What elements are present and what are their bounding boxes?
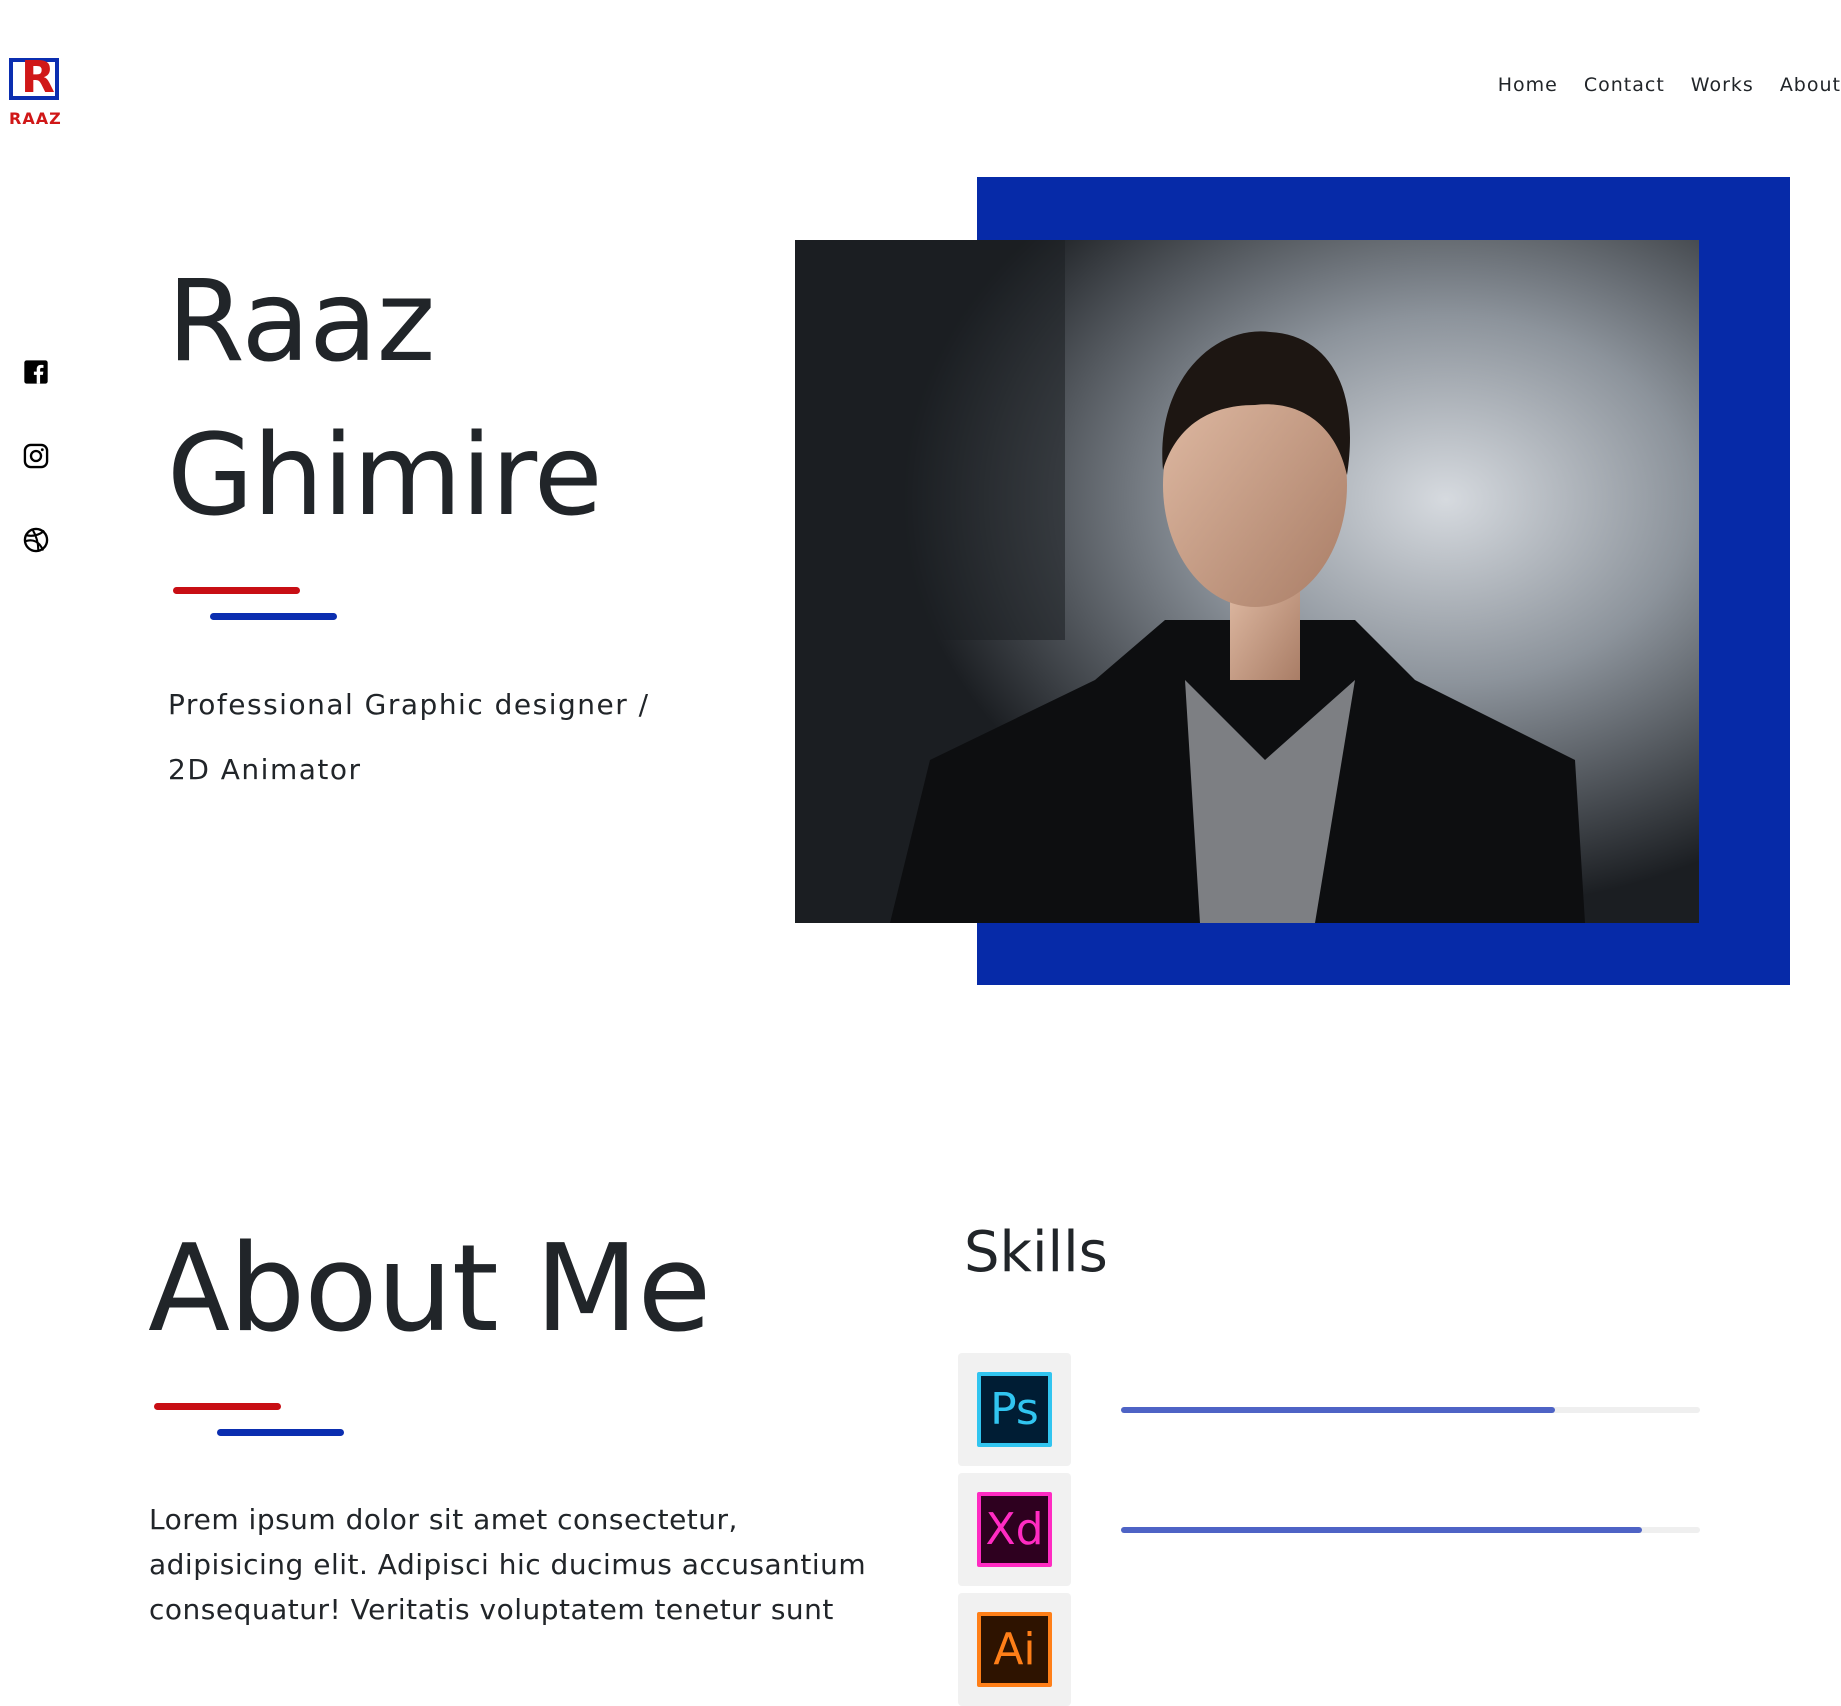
hero-accent-bar-red <box>173 587 300 594</box>
skill-tile: Ps <box>958 1353 1071 1466</box>
hero-accent-bar-blue <box>210 613 337 620</box>
hero-tagline-line2: 2D Animator <box>168 753 362 786</box>
facebook-icon[interactable] <box>22 358 50 386</box>
skill-progress-fill <box>1121 1407 1556 1413</box>
skill-tile: Ai <box>958 1593 1071 1706</box>
nav-works[interactable]: Works <box>1691 72 1754 98</box>
about-text: Lorem ipsum dolor sit amet consectetur, … <box>149 1503 867 1626</box>
profile-photo <box>795 240 1699 923</box>
illustrator-icon: Ai <box>977 1612 1052 1687</box>
skill-progress-fill <box>1121 1527 1643 1533</box>
logo-box: R <box>9 52 59 103</box>
hero-first-name: Raaz <box>167 257 435 387</box>
portrait-illustration <box>795 240 1699 923</box>
instagram-icon[interactable] <box>22 442 50 470</box>
dribbble-icon[interactable] <box>22 526 50 554</box>
skill-xd: Xd <box>958 1473 1700 1586</box>
skill-progress-track <box>1121 1407 1700 1413</box>
about-accent-bar-red <box>154 1403 281 1410</box>
nav-home[interactable]: Home <box>1498 72 1558 98</box>
main-nav: Home Contact Works About <box>1498 72 1841 98</box>
hero-tagline-line1: Professional Graphic designer / <box>168 688 650 721</box>
xd-icon: Xd <box>977 1492 1052 1567</box>
nav-about[interactable]: About <box>1780 72 1841 98</box>
hero-last-name: Ghimire <box>167 411 603 541</box>
skill-photoshop: Ps <box>958 1353 1700 1466</box>
logo-text: RAAZ <box>9 109 62 128</box>
skill-tile: Xd <box>958 1473 1071 1586</box>
about-accent-bar-blue <box>217 1429 344 1436</box>
nav-contact[interactable]: Contact <box>1584 72 1665 98</box>
logo-letter: R <box>21 52 55 103</box>
about-title: About Me <box>148 1220 711 1359</box>
hero-tagline: Professional Graphic designer / 2D Anima… <box>168 672 688 802</box>
photoshop-icon: Ps <box>977 1372 1052 1447</box>
skills-title: Skills <box>964 1220 1108 1285</box>
skill-progress-track <box>1121 1527 1700 1533</box>
hero-name: Raaz Ghimire <box>167 245 603 553</box>
skill-illustrator: Ai <box>958 1593 1700 1706</box>
brand-logo[interactable]: R RAAZ <box>9 52 67 132</box>
